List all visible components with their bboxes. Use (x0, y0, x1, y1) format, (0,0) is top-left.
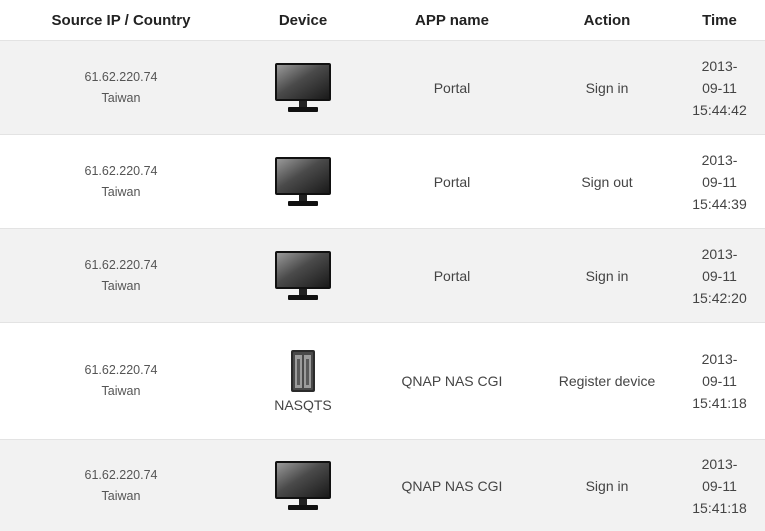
country: Taiwan (101, 488, 141, 503)
activity-log-table: Source IP / Country Device APP name Acti… (0, 0, 765, 531)
ip-address: 61.62.220.74 (84, 257, 158, 272)
device-cell (242, 460, 364, 512)
source-cell: 61.62.220.74 Taiwan (0, 255, 242, 297)
timestamp: 2013- 09-11 15:41:18 (692, 455, 747, 516)
app-name: Portal (433, 267, 471, 284)
app-name: Portal (433, 79, 471, 96)
country: Taiwan (101, 384, 141, 398)
action: Register device (558, 373, 656, 389)
source-cell: 61.62.220.74 Taiwan (0, 465, 242, 507)
monitor-icon (274, 460, 332, 512)
action: Sign in (585, 477, 629, 494)
ip-address: 61.62.220.74 (84, 467, 158, 482)
app-name: QNAP NAS CGI (401, 373, 503, 389)
ip-address: 61.62.220.74 (84, 163, 158, 178)
column-header-source[interactable]: Source IP / Country (0, 12, 242, 29)
country: Taiwan (101, 184, 141, 199)
device-cell (242, 156, 364, 208)
device-cell (242, 250, 364, 302)
source-cell: 61.62.220.74 Taiwan (0, 67, 242, 109)
source-cell: 61.62.220.74 Taiwan (0, 360, 242, 402)
timestamp: 2013- 09-11 15:44:39 (692, 151, 747, 212)
ip-address: 61.62.220.74 (84, 363, 158, 377)
table-header: Source IP / Country Device APP name Acti… (0, 0, 765, 40)
nas-icon (290, 349, 316, 393)
table-row[interactable]: 61.62.220.74 Taiwan (0, 40, 765, 134)
app-name: Portal (433, 173, 471, 190)
table-row[interactable]: 61.62.220.74 Taiwan NASQTS QNAP NAS CGI … (0, 322, 765, 439)
timestamp: 2013- 09-11 15:42:20 (692, 245, 747, 306)
table-row[interactable]: 61.62.220.74 Taiwan (0, 439, 765, 531)
column-header-app[interactable]: APP name (364, 12, 540, 29)
device-label: NASQTS (274, 397, 332, 413)
device-cell: NASQTS (242, 349, 364, 413)
country: Taiwan (101, 90, 141, 105)
monitor-icon (274, 250, 332, 302)
action: Sign in (585, 79, 629, 96)
action: Sign in (585, 267, 629, 284)
source-cell: 61.62.220.74 Taiwan (0, 161, 242, 203)
timestamp: 2013- 09-11 15:44:42 (692, 57, 747, 118)
column-header-action[interactable]: Action (540, 12, 674, 29)
country: Taiwan (101, 278, 141, 293)
app-name: QNAP NAS CGI (401, 477, 503, 494)
ip-address: 61.62.220.74 (84, 69, 158, 84)
device-cell (242, 62, 364, 114)
action: Sign out (581, 173, 633, 190)
monitor-icon (274, 62, 332, 114)
table-row[interactable]: 61.62.220.74 Taiwan (0, 134, 765, 228)
column-header-device[interactable]: Device (242, 12, 364, 29)
table-row[interactable]: 61.62.220.74 Taiwan (0, 228, 765, 322)
timestamp: 2013- 09-11 15:41:18 (692, 351, 747, 411)
monitor-icon (274, 156, 332, 208)
column-header-time[interactable]: Time (674, 12, 765, 29)
